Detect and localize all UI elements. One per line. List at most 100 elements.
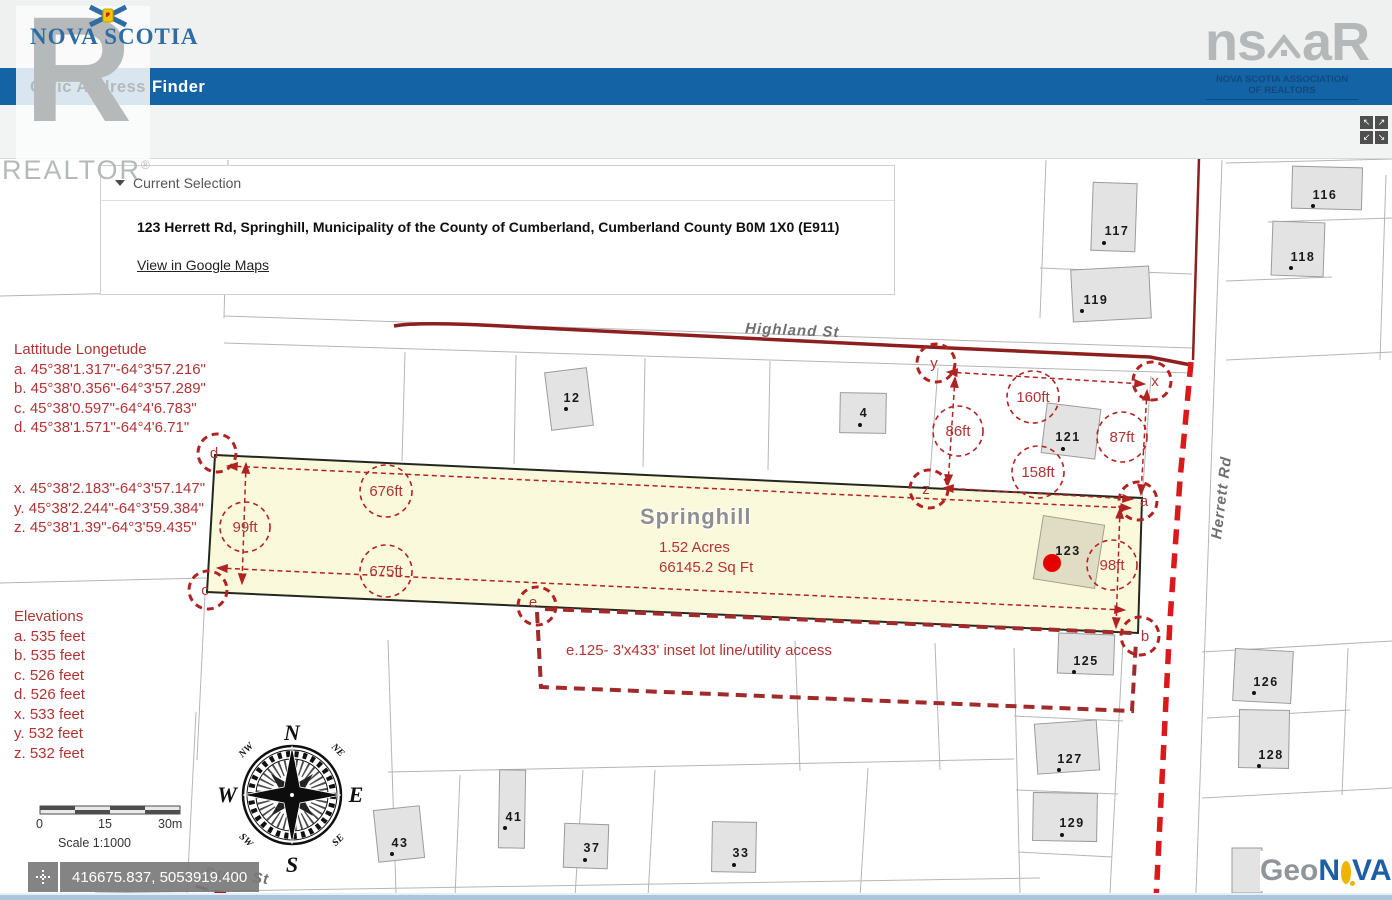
- app-title-part2: Finder: [152, 78, 205, 96]
- parcel-area-block: 1.52 Acres 66145.2 Sq Ft: [659, 538, 753, 577]
- nsar-subtitle-line2: OF REALTORS: [1206, 85, 1358, 96]
- compass-west-label: W: [217, 782, 238, 807]
- parcel-sqft: 66145.2 Sq Ft: [659, 558, 753, 578]
- building-4: 4: [840, 393, 887, 434]
- marker-label: y: [930, 355, 938, 372]
- svg-text:125: 125: [1073, 654, 1098, 668]
- building-125: 125: [1057, 633, 1114, 675]
- scale-mid-label: 15: [98, 817, 112, 831]
- geonova-pin-icon: [1341, 861, 1351, 884]
- geonova-geo: Geo: [1260, 854, 1318, 888]
- civic-address-finder-app: 123 12 4: [0, 0, 1392, 900]
- building-37: 37: [563, 823, 609, 869]
- svg-text:128: 128: [1258, 748, 1283, 762]
- building-119: 119: [1071, 266, 1152, 322]
- nsar-subtitle-line1: NOVA SCOTIA ASSOCIATION: [1206, 74, 1358, 85]
- latlong-point-x: x. 45°38'2.183"-64°3'57.147": [14, 479, 205, 499]
- elevation-x: x. 533 feet: [14, 705, 85, 725]
- header-top-band: [0, 0, 1392, 68]
- latlong-point-z: z. 45°38'1.39"-64°3'59.435": [14, 518, 205, 538]
- compass-east-label: E: [348, 782, 364, 807]
- nsar-logo-ar: aR: [1302, 12, 1369, 72]
- nsar-logo-ns: ns: [1205, 12, 1266, 72]
- building-117: 117: [1091, 182, 1137, 251]
- building-118: 118: [1271, 221, 1325, 277]
- marker-label: b: [1141, 628, 1149, 645]
- selected-address-text: 123 Herrett Rd, Springhill, Municipality…: [137, 219, 894, 235]
- latlong-title: Lattitude Longetude: [14, 340, 206, 360]
- measurement-label: 675ft: [369, 563, 403, 580]
- latlong-point-a: a. 45°38'1.317"-64°3'57.216": [14, 360, 206, 380]
- marker-label: d: [210, 445, 218, 462]
- building-41: 41: [498, 770, 525, 848]
- view-in-google-maps-link[interactable]: View in Google Maps: [137, 257, 269, 273]
- parcel-acres: 1.52 Acres: [659, 538, 753, 558]
- header-sub-band: [0, 105, 1392, 159]
- building-116: 116: [1291, 166, 1362, 210]
- svg-text:12: 12: [564, 391, 581, 405]
- selected-address-dot[interactable]: [1043, 554, 1061, 572]
- svg-text:37: 37: [584, 841, 601, 855]
- elevations-block: Elevations a. 535 feet b. 535 feet c. 52…: [14, 607, 85, 763]
- elevation-d: d. 526 feet: [14, 685, 85, 705]
- province-name: NOVA SCOTIA: [30, 24, 198, 49]
- elevation-y: y. 532 feet: [14, 724, 85, 744]
- latlong-point-b: b. 45°38'0.356"-64°3'57.289": [14, 379, 206, 399]
- measurement-label: 158ft: [1021, 464, 1055, 481]
- measurement-label: 87ft: [1109, 429, 1135, 446]
- latlong-block: Lattitude Longetude a. 45°38'1.317"-64°3…: [14, 340, 206, 438]
- utility-access-note: e.125- 3'x433' inset lot line/utility ac…: [566, 641, 832, 661]
- app-title-part1: Civic Address: [30, 78, 146, 96]
- expand-icon[interactable]: ↖↗↙↘: [1360, 116, 1388, 144]
- svg-text:129: 129: [1059, 816, 1084, 830]
- geonova-va: VA: [1352, 854, 1391, 888]
- svg-text:41: 41: [506, 810, 523, 824]
- building-121: 121: [1041, 403, 1101, 459]
- svg-text:121: 121: [1055, 430, 1080, 444]
- current-selection-panel: Current Selection 123 Herrett Rd, Spring…: [100, 165, 895, 295]
- elevation-b: b. 535 feet: [14, 646, 85, 666]
- building-unlabeled: [1232, 848, 1262, 893]
- marker-label: z: [922, 481, 930, 498]
- compass-north-label: N: [283, 720, 301, 745]
- scale-end-label: 30m: [158, 817, 182, 831]
- nsar-logo: ns aR: [1205, 12, 1369, 72]
- nova-scotia-logo: NOVA SCOTIA: [30, 24, 198, 50]
- elevation-a: a. 535 feet: [14, 627, 85, 647]
- elevation-z: z. 532 feet: [14, 744, 85, 764]
- svg-text:118: 118: [1291, 250, 1316, 264]
- header-blue-bar: [0, 68, 1392, 105]
- registered-mark: ®: [141, 158, 152, 172]
- measurement-label: 160ft: [1016, 389, 1050, 406]
- latlong-point-c: c. 45°38'0.597"-64°4'6.783": [14, 399, 206, 419]
- building-43: 43: [373, 806, 424, 863]
- building-123: 123: [1033, 516, 1104, 589]
- svg-text:119: 119: [1084, 293, 1109, 307]
- building-33: 33: [712, 822, 757, 873]
- scale-ratio-label: Scale 1:1000: [58, 836, 131, 850]
- building-127: 127: [1034, 720, 1099, 774]
- nsar-house-icon: [1267, 30, 1301, 64]
- scale-start-label: 0: [36, 817, 43, 831]
- marker-label: c: [201, 582, 209, 599]
- elevation-c: c. 526 feet: [14, 666, 85, 686]
- svg-text:117: 117: [1105, 224, 1130, 238]
- current-selection-header[interactable]: Current Selection: [101, 166, 894, 201]
- svg-text:127: 127: [1057, 752, 1082, 766]
- marker-label: x: [1151, 373, 1159, 390]
- geonova-n: N: [1318, 854, 1340, 888]
- svg-text:116: 116: [1313, 188, 1338, 202]
- nsar-subtitle: NOVA SCOTIA ASSOCIATION OF REALTORS: [1206, 74, 1358, 100]
- measurement-label: 86ft: [945, 423, 971, 440]
- crosshair-icon: [28, 862, 58, 892]
- building-129: 129: [1033, 792, 1098, 841]
- city-label: Springhill: [640, 504, 751, 530]
- geonova-logo: GeoN VA: [1260, 851, 1390, 891]
- measurement-label: 98ft: [1099, 557, 1125, 574]
- svg-text:43: 43: [392, 836, 409, 850]
- app-title: Civic Address Finder: [30, 78, 205, 97]
- latlong-xyz-block: x. 45°38'2.183"-64°3'57.147" y. 45°38'2.…: [14, 479, 205, 538]
- building-126: 126: [1233, 649, 1294, 704]
- building-label: 123: [1055, 544, 1080, 558]
- bottom-border-strip: [0, 893, 1392, 900]
